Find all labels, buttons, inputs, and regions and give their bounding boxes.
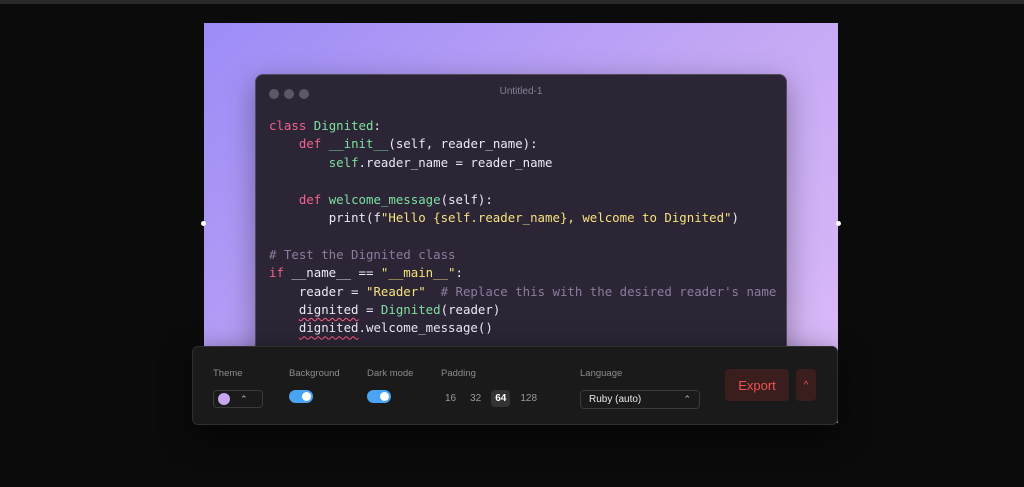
darkmode-label: Dark mode	[367, 368, 414, 379]
keyword: def	[298, 191, 322, 207]
chevron-up-icon: ⌃	[240, 393, 248, 404]
darkmode-group: Dark mode	[367, 368, 413, 403]
language-group: Language Ruby (auto) ⌃	[580, 368, 700, 409]
string-literal: "Reader"	[365, 283, 426, 299]
padding-option-16[interactable]: 16	[441, 390, 460, 407]
punct: :	[373, 118, 381, 133]
string-literal: "__main__"	[380, 265, 456, 281]
code-line-10: reader = "Reader" # Replace this with th…	[269, 283, 776, 301]
code-line-3: self.reader_name = reader_name	[269, 154, 776, 172]
resize-handle-right[interactable]	[836, 221, 841, 226]
code-line-1: class Dignited:	[269, 117, 776, 135]
code-line-2: def __init__(self, reader_name):	[269, 135, 776, 153]
code-editor[interactable]: class Dignited: def __init__(self, reade…	[269, 117, 776, 338]
padding-label: Padding	[441, 368, 476, 379]
variable-error[interactable]: dignited	[299, 320, 359, 335]
code-line-11: dignited = Dignited(reader)	[269, 301, 776, 319]
code-line-5: def welcome_message(self):	[269, 191, 776, 209]
export-options-button[interactable]: ^	[796, 369, 816, 401]
comment: # Replace this with the desired reader's…	[440, 283, 777, 299]
chevron-up-icon: ^	[803, 379, 809, 391]
theme-group: Theme ⌃	[213, 368, 263, 408]
language-value: Ruby (auto)	[589, 394, 642, 405]
code-line-9: if __name__ == "__main__":	[269, 264, 776, 282]
function-name: welcome_message	[328, 191, 441, 207]
settings-toolbar: Theme ⌃ Background Dark mode Padding 16 …	[192, 346, 838, 425]
punct: :	[455, 265, 463, 281]
assignment: .reader_name = reader_name	[358, 154, 553, 170]
resize-handle-left[interactable]	[201, 221, 206, 226]
params: (self, reader_name):	[388, 136, 538, 152]
export-button[interactable]: Export	[725, 369, 789, 401]
language-label: Language	[580, 368, 623, 379]
keyword: class	[269, 118, 307, 133]
background-group: Background	[289, 368, 340, 403]
keyword: def	[298, 136, 322, 152]
padding-option-32[interactable]: 32	[466, 390, 485, 407]
params: (self):	[440, 191, 493, 207]
toggle-knob	[302, 392, 311, 401]
padding-option-64[interactable]: 64	[491, 390, 511, 407]
condition: __name__ ==	[283, 265, 381, 281]
self-ref: self	[328, 154, 359, 170]
code-line-8: # Test the Dignited class	[269, 246, 456, 262]
class-name: Dignited	[313, 118, 374, 133]
darkmode-toggle[interactable]	[367, 390, 391, 403]
print-call: print(f	[328, 209, 381, 225]
theme-label: Theme	[213, 368, 243, 379]
code-line-12: dignited.welcome_message()	[269, 319, 776, 337]
args: (reader)	[440, 301, 501, 317]
variable-error[interactable]: dignited	[299, 302, 359, 317]
chevron-up-icon: ⌃	[683, 394, 691, 404]
assign-op: =	[358, 301, 381, 317]
punct: )	[731, 209, 739, 225]
window-title[interactable]: Untitled-1	[256, 86, 786, 97]
toggle-knob	[380, 392, 389, 401]
background-label: Background	[289, 368, 340, 379]
language-select[interactable]: Ruby (auto) ⌃	[580, 390, 700, 409]
code-window: Untitled-1 class Dignited: def __init__(…	[255, 74, 787, 376]
assignment: reader =	[298, 283, 366, 299]
top-border	[0, 0, 1024, 4]
string-literal: "Hello {self.reader_name}, welcome to Di…	[380, 209, 732, 225]
padding-options: 16 32 64 128	[441, 390, 541, 407]
padding-group: Padding 16 32 64 128	[441, 368, 541, 407]
background-toggle[interactable]	[289, 390, 313, 403]
keyword: if	[269, 265, 284, 281]
code-line-6: print(f"Hello {self.reader_name}, welcom…	[269, 209, 776, 227]
theme-picker[interactable]: ⌃	[213, 390, 263, 408]
class-ref: Dignited	[380, 301, 441, 317]
theme-swatch	[218, 393, 230, 405]
padding-option-128[interactable]: 128	[516, 390, 541, 407]
method-call: .welcome_message()	[358, 320, 493, 336]
function-name: __init__	[328, 136, 389, 152]
